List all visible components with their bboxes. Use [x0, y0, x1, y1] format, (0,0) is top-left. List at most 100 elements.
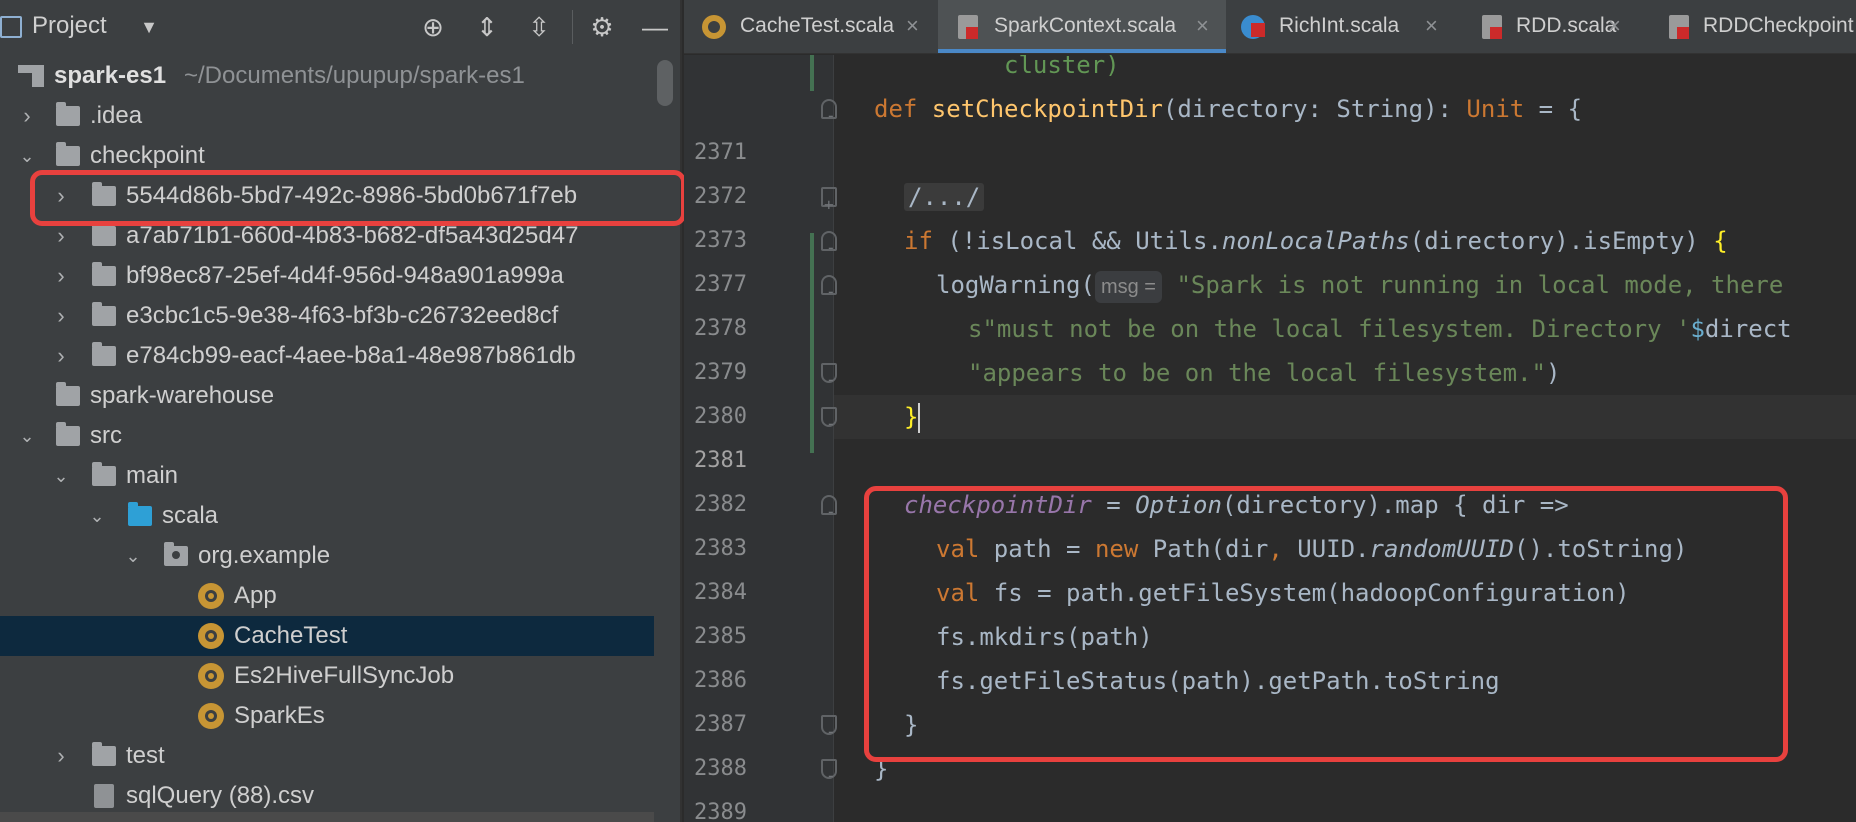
folder-icon [92, 742, 116, 766]
code-line: 2382 [684, 439, 1856, 517]
chevron-right-icon[interactable]: › [50, 296, 72, 336]
folder-icon [92, 262, 116, 286]
chevron-right-icon[interactable]: › [16, 96, 38, 136]
tab-rdd[interactable]: RDD.scala × [1456, 0, 1642, 53]
editor-tab-bar: CacheTest.scala × SparkContext.scala × R… [684, 0, 1856, 54]
fold-expand-icon[interactable] [821, 183, 837, 227]
code-editor[interactable]: cluster) 2371 def setCheckpointDir(direc… [684, 55, 1856, 822]
fold-icon[interactable] [821, 490, 837, 534]
tree-item-label: App [234, 582, 277, 609]
tree-item-checkpoint-dir[interactable]: › e784cb99-eacf-4aee-b8a1-48e987b861db [0, 336, 654, 376]
close-icon[interactable]: × [1425, 0, 1438, 52]
tree-item-test[interactable]: › test [0, 736, 654, 776]
chevron-right-icon[interactable]: › [50, 336, 72, 376]
chevron-right-icon[interactable]: › [50, 176, 72, 216]
fold-icon[interactable] [821, 402, 837, 446]
tree-item-es2hivefullsyncjob[interactable]: Es2HiveFullSyncJob [0, 656, 654, 696]
tree-item-package[interactable]: ⌄ org.example [0, 536, 654, 576]
close-icon[interactable]: × [906, 0, 919, 52]
code-line: 2380 "appears to be on the local filesys… [684, 351, 1856, 429]
fold-icon[interactable] [821, 94, 837, 138]
line-number: 2389 [694, 800, 747, 822]
folder-icon [92, 182, 116, 206]
folder-icon [56, 382, 80, 406]
fold-icon[interactable] [821, 710, 837, 754]
tab-sparkcontext[interactable]: SparkContext.scala × [938, 0, 1226, 53]
tree-item-scala[interactable]: ⌄ scala [0, 496, 654, 536]
tab-richint[interactable]: RichInt.scala × [1227, 0, 1455, 53]
tree-item-checkpoint-dir[interactable]: › e3cbc1c5-9e38-4f63-bf3b-c26732eed8cf [0, 296, 654, 336]
close-icon[interactable]: × [1196, 0, 1209, 52]
chevron-down-icon[interactable]: ⌄ [50, 456, 72, 496]
panel-divider[interactable] [680, 0, 682, 822]
gear-icon[interactable]: ⚙ [587, 12, 617, 42]
fold-icon[interactable] [821, 358, 837, 402]
code-line: 2379 s"must not be on the local filesyst… [684, 307, 1856, 385]
project-tool-window: Project ▼ ⊕ ⇕ ⇳ ⚙ — spark-es1 ~/Document… [0, 0, 680, 822]
tree-item-csv[interactable]: sqlQuery (88).csv [0, 776, 654, 816]
code-line: cluster) [684, 55, 1856, 87]
tree-item-checkpoint-dir[interactable]: › a7ab71b1-660d-4b83-b682-df5a43d25d47 [0, 216, 654, 256]
fold-icon[interactable] [821, 226, 837, 270]
tree-item-path: ~/Documents/upupup/spark-es1 [184, 62, 525, 89]
tree-item-label: test [126, 742, 165, 769]
tree-item-src[interactable]: ⌄ src [0, 416, 654, 456]
tab-label: CacheTest.scala [740, 14, 895, 37]
chevron-down-icon[interactable]: ⌄ [86, 496, 108, 536]
text-caret [918, 403, 921, 433]
project-panel-title[interactable]: Project [32, 12, 107, 40]
tree-item-label: main [126, 462, 179, 489]
expand-all-icon[interactable]: ⇕ [472, 12, 502, 42]
folded-region[interactable]: /.../ [904, 183, 985, 211]
tree-item-label: spark-es1 [54, 62, 167, 89]
tree-item-checkpoint[interactable]: ⌄ checkpoint [0, 136, 654, 176]
project-icon [0, 16, 22, 38]
code-text: cluster) [1004, 55, 1120, 79]
tree-item-checkpoint-dir[interactable]: › 5544d86b-5bd7-492c-8986-5bd0b671f7eb [0, 176, 654, 216]
tree-item-app[interactable]: App [0, 576, 654, 616]
code-line: 2388 } [684, 703, 1856, 781]
fold-icon[interactable] [821, 754, 837, 798]
tree-item-sparkes[interactable]: SparkEs [0, 696, 654, 736]
folder-icon [92, 222, 116, 246]
tab-label: RichInt.scala [1279, 14, 1400, 37]
scala-class-icon [1669, 15, 1689, 39]
tab-rddcheckpoint[interactable]: RDDCheckpoint [1643, 0, 1856, 53]
locate-icon[interactable]: ⊕ [418, 12, 448, 42]
fold-icon[interactable] [821, 270, 837, 314]
chevron-right-icon[interactable]: › [50, 736, 72, 776]
minimize-icon[interactable]: — [640, 12, 670, 42]
collapse-all-icon[interactable]: ⇳ [524, 12, 554, 42]
tab-cachetest[interactable]: CacheTest.scala × [684, 0, 937, 53]
tree-item-main[interactable]: ⌄ main [0, 456, 654, 496]
tree-item-label: e784cb99-eacf-4aee-b8a1-48e987b861db [126, 342, 576, 369]
scala-object-icon [702, 15, 726, 39]
tree-item-idea[interactable]: › .idea [0, 96, 654, 136]
scala-object-icon [198, 623, 224, 649]
source-folder-icon [128, 502, 152, 526]
close-icon[interactable]: × [1608, 0, 1621, 52]
code-line: 2372 [684, 131, 1856, 209]
scala-class-icon [958, 15, 978, 39]
code-text: fs.getFileStatus(path).getPath.toString [936, 667, 1500, 695]
chevron-right-icon[interactable]: › [50, 216, 72, 256]
folder-icon [56, 142, 80, 166]
chevron-down-icon[interactable]: ⌄ [122, 536, 144, 576]
code-text: "appears to be on the local filesystem."… [968, 359, 1561, 387]
code-text[interactable]: /.../ [904, 175, 985, 219]
dropdown-icon[interactable]: ▼ [134, 12, 164, 42]
tree-item-spark-warehouse[interactable]: spark-warehouse [0, 376, 654, 416]
folder-icon [92, 462, 116, 486]
chevron-down-icon[interactable]: ⌄ [16, 136, 38, 176]
code-line: 2385 val fs = path.getFileSystem(hadoopC… [684, 571, 1856, 649]
parameter-hint: msg = [1094, 271, 1162, 303]
tree-scrollbar[interactable] [657, 60, 673, 106]
tree-item-checkpoint-dir[interactable]: › bf98ec87-25ef-4d4f-956d-948a901a999a [0, 256, 654, 296]
chevron-down-icon[interactable]: ⌄ [16, 416, 38, 456]
tree-item-cachetest[interactable]: CacheTest [0, 616, 654, 656]
code-text: val fs = path.getFileSystem(hadoopConfig… [936, 579, 1630, 607]
chevron-right-icon[interactable]: › [50, 256, 72, 296]
tree-item-label: Es2HiveFullSyncJob [234, 662, 455, 689]
folder-icon [92, 342, 116, 366]
tree-item-spark-es1[interactable]: spark-es1 ~/Documents/upupup/spark-es1 [0, 56, 654, 96]
